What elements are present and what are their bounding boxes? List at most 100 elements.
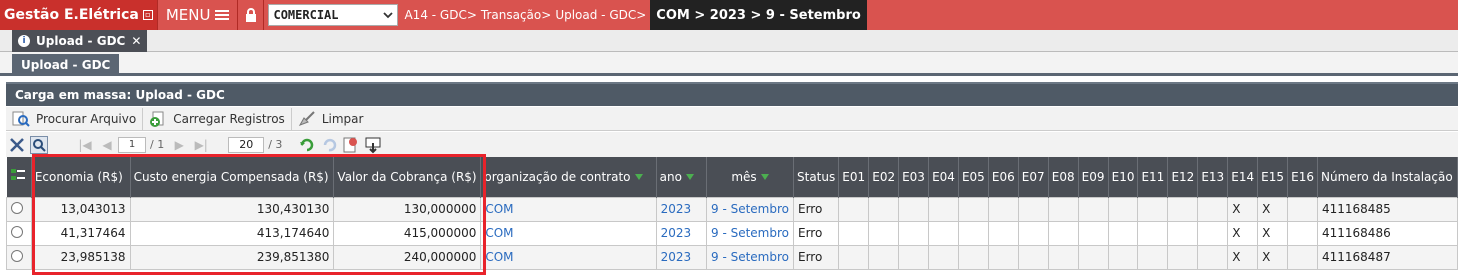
col-header[interactable]: Status xyxy=(793,157,840,197)
breadcrumb: A14 - GDC> Transação> Upload - GDC> xyxy=(398,0,650,30)
table-cell xyxy=(838,244,870,270)
magnifier-file-icon xyxy=(12,111,30,127)
col-header[interactable]: E02 xyxy=(868,157,900,197)
col-header-filter[interactable]: ano xyxy=(656,157,708,197)
table-cell xyxy=(1197,244,1229,270)
page-input[interactable]: 1 xyxy=(118,136,146,153)
tab-upload-gdc[interactable]: i Upload - GDC ✕ xyxy=(12,30,148,52)
load-records-button[interactable]: Carregar Registros xyxy=(143,107,292,130)
window-icon: ▫ xyxy=(142,10,153,20)
col-header[interactable]: E14 xyxy=(1227,157,1259,197)
table-cell-link[interactable]: 2023 xyxy=(655,244,708,270)
reload-icon[interactable] xyxy=(318,134,340,156)
add-document-icon xyxy=(149,111,167,127)
table-cell: 41,317464 xyxy=(30,220,131,246)
col-header[interactable]: Número da Instalação xyxy=(1317,157,1458,197)
table-cell-link[interactable]: 9 - Setembro xyxy=(706,196,794,222)
table-cell: 240,000000 xyxy=(333,244,482,270)
clear-button[interactable]: Limpar xyxy=(292,108,370,130)
table-row[interactable]: 13,043013 130,430130 130,000000 COM 2023… xyxy=(6,196,1458,222)
col-header[interactable]: E12 xyxy=(1167,157,1199,197)
table-row[interactable]: 23,985138 239,851380 240,000000 COM 2023… xyxy=(6,244,1458,270)
page-size-total: / 3 xyxy=(268,138,283,151)
filter-icon[interactable] xyxy=(685,174,694,181)
table-cell-link[interactable]: 2023 xyxy=(655,196,708,222)
col-header[interactable]: E01 xyxy=(838,157,870,197)
table-cell xyxy=(1107,196,1139,222)
table-cell xyxy=(1167,244,1199,270)
col-header[interactable]: Valor da Cobrança (R$) xyxy=(333,157,482,197)
breadcrumb-item[interactable]: Upload - GDC> xyxy=(555,8,646,22)
col-header[interactable]: E13 xyxy=(1197,157,1229,197)
breadcrumb-item[interactable]: Transação> xyxy=(481,8,551,22)
last-page-icon[interactable]: ▶| xyxy=(190,134,212,156)
search-icon[interactable] xyxy=(28,134,50,156)
table-cell: 13,043013 xyxy=(30,196,131,222)
col-header[interactable]: E07 xyxy=(1018,157,1049,197)
col-header[interactable]: E04 xyxy=(928,157,959,197)
top-bar: Gestão E.Elétrica ▫ MENU COMERCIAL A14 -… xyxy=(0,0,1458,30)
table-cell-link[interactable]: 2023 xyxy=(655,220,708,246)
table-cell xyxy=(898,244,930,270)
table-cell-link[interactable]: COM xyxy=(480,220,657,246)
first-page-icon[interactable]: |◀ xyxy=(74,134,96,156)
refresh-icon[interactable] xyxy=(296,134,318,156)
download-icon[interactable] xyxy=(362,134,384,156)
row-select-radio[interactable] xyxy=(6,220,32,246)
table-cell xyxy=(1137,244,1169,270)
row-select-radio[interactable] xyxy=(6,196,32,222)
prev-page-icon[interactable]: ◀ xyxy=(96,134,118,156)
browse-file-button[interactable]: Procurar Arquivo xyxy=(6,107,144,130)
table-cell: X xyxy=(1257,220,1289,246)
table-cell xyxy=(1197,220,1229,246)
col-header[interactable]: E06 xyxy=(988,157,1019,197)
lock-icon[interactable] xyxy=(238,0,265,30)
table-cell: 130,430130 xyxy=(129,196,335,222)
table-cell-link[interactable]: 9 - Setembro xyxy=(706,220,794,246)
menu-button[interactable]: MENU xyxy=(158,0,239,30)
col-header[interactable]: E11 xyxy=(1137,157,1169,197)
table-cell-link[interactable]: COM xyxy=(480,244,657,270)
col-header[interactable]: Economia (R$) xyxy=(31,157,131,197)
table-cell xyxy=(1077,196,1109,222)
filter-icon[interactable] xyxy=(760,174,769,181)
col-header[interactable]: E09 xyxy=(1078,157,1109,197)
col-header[interactable]: E10 xyxy=(1108,157,1139,197)
page-size-input[interactable]: 20 xyxy=(228,136,265,153)
pager-bar: |◀ ◀ 1 / 1 ▶ ▶| 20 / 3 xyxy=(6,132,1458,157)
col-header[interactable]: E15 xyxy=(1257,157,1289,197)
col-header[interactable]: E05 xyxy=(958,157,989,197)
breadcrumb-item[interactable]: A14 - GDC> xyxy=(404,8,476,22)
filter-icon[interactable] xyxy=(634,174,643,181)
records-table: Economia (R$) Custo energia Compensada (… xyxy=(6,157,1458,270)
col-header[interactable]: E08 xyxy=(1048,157,1079,197)
col-header[interactable]: Custo energia Compensada (R$) xyxy=(130,157,335,197)
toolbar: Procurar Arquivo Carregar Registros Limp… xyxy=(6,107,1458,131)
export-icon[interactable] xyxy=(340,134,362,156)
table-cell: X xyxy=(1227,196,1259,222)
subtab-upload-gdc[interactable]: Upload - GDC xyxy=(12,54,120,76)
table-cell xyxy=(1197,196,1229,222)
select-all-header[interactable] xyxy=(6,157,32,197)
col-header-filter[interactable]: organização de contrato xyxy=(480,157,657,197)
table-cell: 130,000000 xyxy=(333,196,482,222)
breadcrumb-current: COM > 2023 > 9 - Setembro xyxy=(650,0,867,30)
col-header[interactable]: E03 xyxy=(898,157,930,197)
table-row[interactable]: 41,317464 413,174640 415,000000 COM 2023… xyxy=(6,220,1458,246)
tools-icon[interactable] xyxy=(6,134,28,156)
table-cell-link[interactable]: COM xyxy=(480,196,657,222)
table-cell: X xyxy=(1257,244,1289,270)
company-select[interactable]: COMERCIAL xyxy=(268,4,399,26)
col-header[interactable]: E16 xyxy=(1287,157,1318,197)
subtab-bar: Upload - GDC xyxy=(0,52,1458,76)
table-cell: 411168485 xyxy=(1317,196,1458,222)
app-title[interactable]: Gestão E.Elétrica ▫ xyxy=(0,0,158,30)
next-page-icon[interactable]: ▶ xyxy=(168,134,190,156)
row-select-radio[interactable] xyxy=(6,244,32,270)
table-cell: 23,985138 xyxy=(30,244,131,270)
close-icon[interactable]: ✕ xyxy=(131,34,141,48)
chevron-down-icon xyxy=(383,12,394,19)
table-cell-link[interactable]: 9 - Setembro xyxy=(706,244,794,270)
load-records-label: Carregar Registros xyxy=(173,111,285,126)
col-header-filter[interactable]: mês xyxy=(706,157,794,197)
